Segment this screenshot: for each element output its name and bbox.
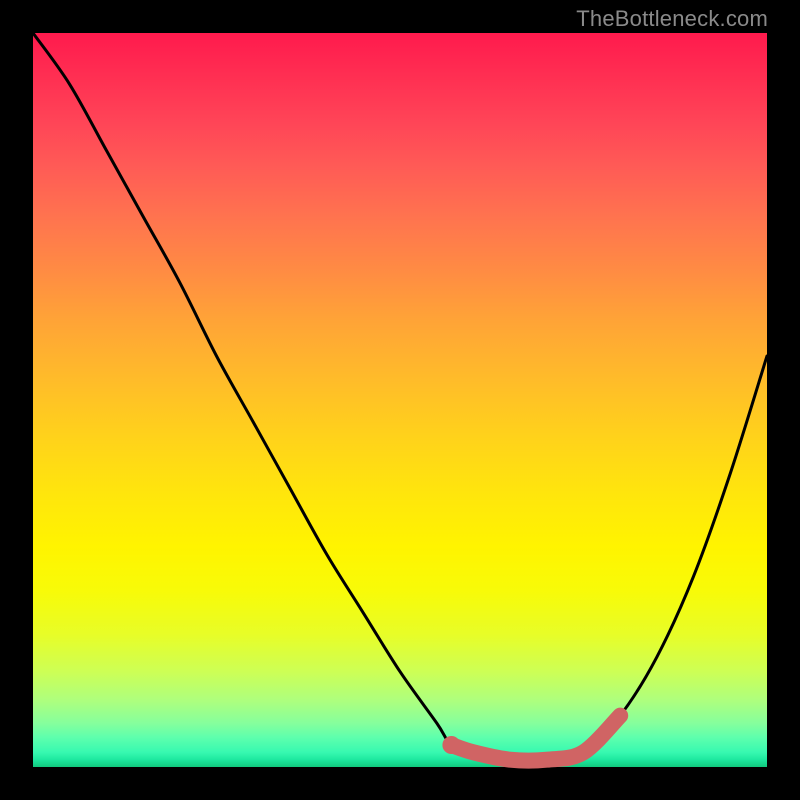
watermark-text: TheBottleneck.com (576, 6, 768, 32)
bottleneck-curve (33, 33, 767, 761)
sweet-spot-highlight (451, 716, 620, 761)
chart-svg-overlay (33, 33, 767, 767)
sweet-spot-marker (442, 736, 460, 754)
chart-container: TheBottleneck.com (0, 0, 800, 800)
